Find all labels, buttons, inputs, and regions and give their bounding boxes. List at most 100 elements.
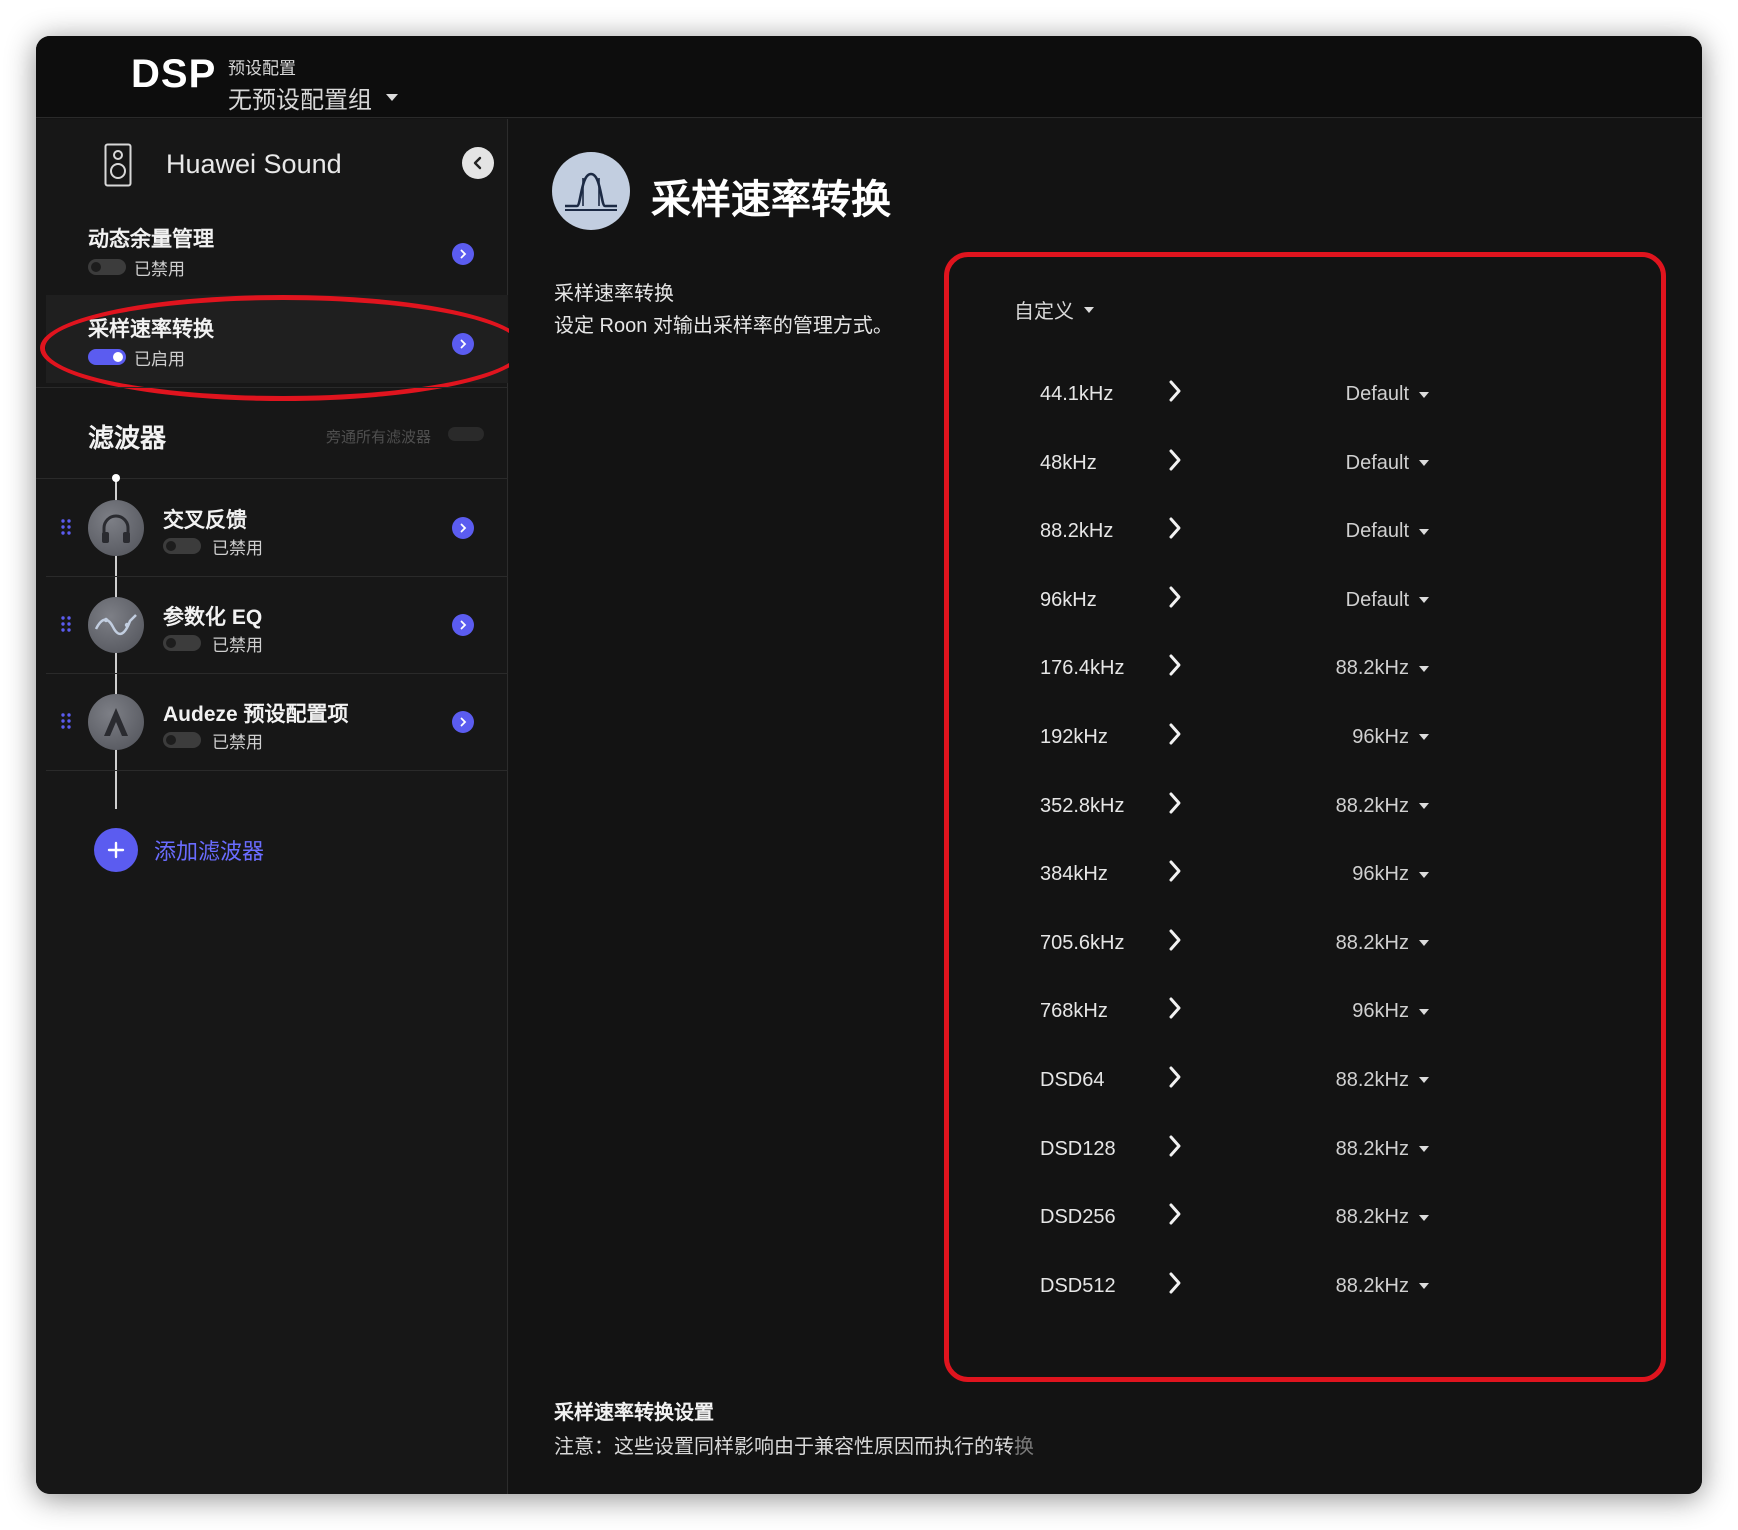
filter-item-crossfeed[interactable]: 交叉反馈 已禁用 bbox=[46, 480, 508, 577]
device-name: Huawei Sound bbox=[166, 149, 342, 179]
rate-row: 768kHz 96kHz bbox=[949, 982, 1661, 1051]
rate-row: 705.6kHz 88.2kHz bbox=[949, 914, 1661, 983]
target-rate-dropdown[interactable]: 88.2kHz bbox=[1336, 1138, 1429, 1161]
chevron-right-icon bbox=[1167, 859, 1183, 888]
sample-rate-toggle[interactable] bbox=[88, 349, 126, 365]
target-rate-value: 96kHz bbox=[1352, 863, 1409, 886]
caret-down-icon bbox=[1419, 597, 1429, 604]
parametric-eq-toggle[interactable] bbox=[163, 635, 201, 651]
status-label: 已禁用 bbox=[212, 733, 263, 752]
rate-list: 44.1kHz Default 48kHz Default 88.2kHz Default… bbox=[949, 365, 1661, 1325]
target-rate-dropdown[interactable]: Default bbox=[1346, 589, 1429, 612]
chevron-right-icon bbox=[1167, 516, 1183, 545]
plus-icon bbox=[94, 828, 138, 872]
open-audeze-preset-button[interactable] bbox=[452, 711, 474, 733]
target-rate-value: 96kHz bbox=[1352, 725, 1409, 748]
filter-item-audeze-preset[interactable]: Audeze 预设配置项 已禁用 bbox=[46, 674, 508, 771]
target-rate-dropdown[interactable]: Default bbox=[1346, 520, 1429, 543]
source-rate-label: DSD512 bbox=[1040, 1274, 1116, 1297]
target-rate-dropdown[interactable]: 88.2kHz bbox=[1336, 795, 1429, 818]
chevron-right-icon bbox=[460, 523, 467, 533]
target-rate-value: 88.2kHz bbox=[1335, 1274, 1409, 1297]
chevron-right-icon bbox=[1167, 791, 1183, 820]
filters-header: 滤波器 旁通所有滤波器 bbox=[36, 387, 508, 479]
open-sample-rate-button[interactable] bbox=[452, 333, 474, 355]
caret-down-icon bbox=[1419, 460, 1429, 467]
status-label: 已启用 bbox=[134, 350, 185, 369]
source-rate-label: 176.4kHz bbox=[1040, 657, 1125, 680]
caret-down-icon bbox=[1419, 391, 1429, 398]
target-rate-dropdown[interactable]: 88.2kHz bbox=[1336, 1069, 1429, 1092]
speaker-icon bbox=[104, 143, 132, 192]
rate-row: 352.8kHz 88.2kHz bbox=[949, 777, 1661, 846]
caret-down-icon bbox=[1419, 803, 1429, 810]
description-title: 采样速率转换 bbox=[554, 283, 674, 305]
chevron-right-icon bbox=[1167, 585, 1183, 614]
target-rate-value: 88.2kHz bbox=[1335, 794, 1409, 817]
caret-down-icon bbox=[1419, 528, 1429, 535]
target-rate-value: 88.2kHz bbox=[1335, 931, 1409, 954]
source-rate-label: 96kHz bbox=[1040, 588, 1097, 611]
filter-item-parametric-eq[interactable]: 参数化 EQ 已禁用 bbox=[46, 577, 508, 674]
device-header: Huawei Sound bbox=[36, 119, 508, 205]
mode-dropdown[interactable]: 自定义 bbox=[1014, 295, 1094, 324]
status-label: 已禁用 bbox=[212, 636, 263, 655]
open-parametric-eq-button[interactable] bbox=[452, 614, 474, 636]
target-rate-dropdown[interactable]: 96kHz bbox=[1352, 726, 1429, 749]
headroom-toggle[interactable] bbox=[88, 259, 126, 275]
chevron-right-icon bbox=[1167, 653, 1183, 682]
target-rate-value: 88.2kHz bbox=[1335, 1137, 1409, 1160]
caret-down-icon bbox=[1419, 1146, 1429, 1153]
target-rate-dropdown[interactable]: 88.2kHz bbox=[1336, 932, 1429, 955]
open-crossfeed-button[interactable] bbox=[452, 517, 474, 539]
rate-row: 192kHz 96kHz bbox=[949, 708, 1661, 777]
drag-handle-icon[interactable] bbox=[60, 518, 72, 541]
settings-footer-title: 采样速率转换设置 bbox=[554, 1402, 714, 1424]
add-filter-button[interactable]: 添加滤波器 bbox=[94, 828, 264, 872]
bypass-toggle[interactable] bbox=[448, 427, 484, 441]
chevron-right-icon bbox=[1167, 379, 1183, 408]
target-rate-dropdown[interactable]: Default bbox=[1346, 452, 1429, 475]
target-rate-value: Default bbox=[1345, 451, 1409, 474]
footer-note-text: 注意：这些设置同样影响由于兼容性原因而执行的转 bbox=[554, 1436, 1014, 1458]
caret-down-icon bbox=[1419, 1008, 1429, 1015]
rate-row: 176.4kHz 88.2kHz bbox=[949, 639, 1661, 708]
collapse-sidebar-button[interactable] bbox=[462, 147, 494, 179]
caret-down-icon bbox=[386, 94, 398, 101]
target-rate-dropdown[interactable]: 88.2kHz bbox=[1336, 657, 1429, 680]
caret-down-icon bbox=[1419, 1283, 1429, 1290]
filters-title: 滤波器 bbox=[88, 423, 167, 453]
page-title: 采样速率转换 bbox=[651, 178, 891, 222]
caret-down-icon bbox=[1419, 1077, 1429, 1084]
chevron-right-icon bbox=[1167, 928, 1183, 957]
target-rate-dropdown[interactable]: 88.2kHz bbox=[1336, 1275, 1429, 1298]
target-rate-dropdown[interactable]: 88.2kHz bbox=[1336, 1206, 1429, 1229]
audeze-logo-icon bbox=[88, 694, 144, 750]
target-rate-dropdown[interactable]: 96kHz bbox=[1352, 863, 1429, 886]
rate-row: 48kHz Default bbox=[949, 434, 1661, 503]
sidebar: Huawei Sound 动态余量管理 已禁用 采样速率转换 已启用 滤波器 旁… bbox=[36, 119, 526, 1494]
preset-caption: 预设配置 bbox=[228, 59, 296, 78]
status-label: 已禁用 bbox=[134, 260, 185, 279]
rate-row: 96kHz Default bbox=[949, 571, 1661, 640]
sidebar-item-sample-rate-conversion[interactable]: 采样速率转换 已启用 bbox=[46, 295, 508, 383]
crossfeed-toggle[interactable] bbox=[163, 538, 201, 554]
audeze-preset-toggle[interactable] bbox=[163, 732, 201, 748]
settings-footer-note: 注意：这些设置同样影响由于兼容性原因而执行的转换 bbox=[554, 1430, 1034, 1459]
target-rate-dropdown[interactable]: Default bbox=[1346, 383, 1429, 406]
drag-handle-icon[interactable] bbox=[60, 712, 72, 735]
chevron-left-icon bbox=[473, 156, 482, 170]
chevron-right-icon bbox=[1167, 1271, 1183, 1300]
preset-dropdown[interactable]: 无预设配置组 bbox=[228, 80, 398, 115]
target-rate-dropdown[interactable]: 96kHz bbox=[1352, 1000, 1429, 1023]
mode-value: 自定义 bbox=[1014, 301, 1074, 323]
drag-handle-icon[interactable] bbox=[60, 615, 72, 638]
rate-row: 384kHz 96kHz bbox=[949, 845, 1661, 914]
sidebar-item-headroom[interactable]: 动态余量管理 已禁用 bbox=[46, 205, 508, 293]
caret-down-icon bbox=[1419, 1214, 1429, 1221]
filter-name: Audeze 预设配置项 bbox=[163, 703, 349, 726]
bypass-label: 旁通所有滤波器 bbox=[326, 429, 432, 446]
rate-row: DSD512 88.2kHz bbox=[949, 1257, 1661, 1326]
open-headroom-button[interactable] bbox=[452, 243, 474, 265]
chevron-right-icon bbox=[1167, 996, 1183, 1025]
